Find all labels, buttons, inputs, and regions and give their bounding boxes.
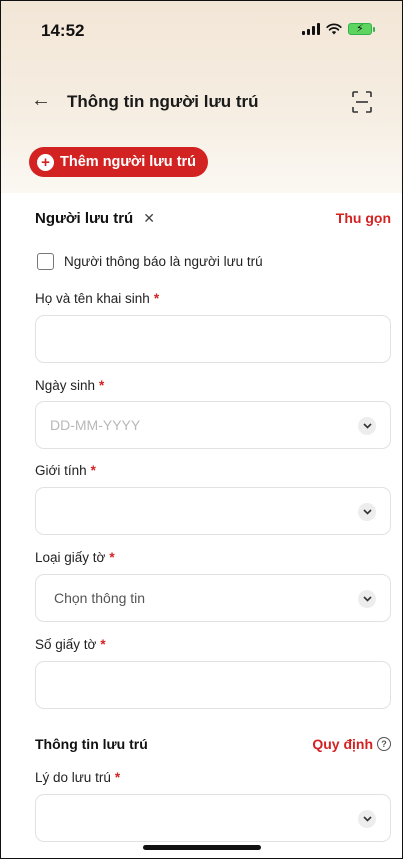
chevron-down-icon[interactable] bbox=[358, 590, 376, 608]
doc-type-select[interactable]: Chọn thông tin bbox=[35, 574, 391, 622]
dob-placeholder: DD-MM-YYYY bbox=[50, 417, 141, 433]
app-screen: 14:52 ⚡ ← Thông tin người lưu trú + Thêm… bbox=[0, 0, 403, 859]
status-icons: ⚡ bbox=[302, 23, 375, 35]
home-indicator bbox=[143, 845, 261, 850]
guest-section-header: Người lưu trú ✕ Thu gọn bbox=[35, 206, 391, 230]
reporter-is-guest-label: Người thông báo là người lưu trú bbox=[64, 254, 263, 269]
doc-number-label: Số giấy tờ * bbox=[35, 637, 106, 652]
dob-picker[interactable]: DD-MM-YYYY bbox=[35, 401, 391, 449]
full-name-label: Họ và tên khai sinh * bbox=[35, 291, 160, 306]
plus-icon: + bbox=[37, 153, 54, 171]
scan-icon[interactable] bbox=[352, 91, 372, 113]
battery-icon: ⚡ bbox=[348, 23, 375, 35]
reason-select[interactable] bbox=[35, 794, 391, 842]
doc-type-value: Chọn thông tin bbox=[54, 590, 146, 606]
regulations-label: Quy định bbox=[312, 736, 373, 752]
doc-number-input[interactable] bbox=[35, 661, 391, 709]
remove-guest-icon[interactable]: ✕ bbox=[143, 210, 155, 227]
help-icon: ? bbox=[377, 737, 391, 751]
chevron-down-icon[interactable] bbox=[358, 503, 376, 521]
dob-label: Ngày sinh * bbox=[35, 378, 105, 393]
add-guest-button[interactable]: + Thêm người lưu trú bbox=[29, 147, 209, 177]
regulations-link[interactable]: Quy định ? bbox=[312, 736, 391, 752]
reason-label: Lý do lưu trú * bbox=[35, 770, 121, 785]
reporter-is-guest-checkbox[interactable] bbox=[37, 253, 54, 270]
full-name-input[interactable] bbox=[35, 315, 391, 363]
gender-select[interactable] bbox=[35, 487, 391, 535]
page-title: Thông tin người lưu trú bbox=[67, 92, 259, 111]
guest-section-title: Người lưu trú bbox=[35, 209, 134, 227]
signal-icon bbox=[302, 23, 320, 35]
stay-info-header: Thông tin lưu trú Quy định ? bbox=[35, 732, 391, 756]
status-bar: 14:52 ⚡ bbox=[1, 1, 402, 59]
nav-bar: ← Thông tin người lưu trú bbox=[1, 83, 402, 123]
add-guest-label: Thêm người lưu trú bbox=[60, 154, 197, 170]
chevron-down-icon[interactable] bbox=[358, 810, 376, 828]
doc-type-label: Loại giấy tờ * bbox=[35, 550, 115, 565]
back-arrow-icon[interactable]: ← bbox=[31, 89, 51, 112]
collapse-link[interactable]: Thu gọn bbox=[336, 210, 391, 226]
status-time: 14:52 bbox=[41, 21, 85, 40]
wifi-icon bbox=[326, 23, 342, 35]
gender-label: Giới tính * bbox=[35, 463, 96, 478]
stay-info-title: Thông tin lưu trú bbox=[35, 736, 148, 752]
reporter-is-guest-row: Người thông báo là người lưu trú bbox=[37, 253, 263, 270]
chevron-down-icon[interactable] bbox=[358, 417, 376, 435]
